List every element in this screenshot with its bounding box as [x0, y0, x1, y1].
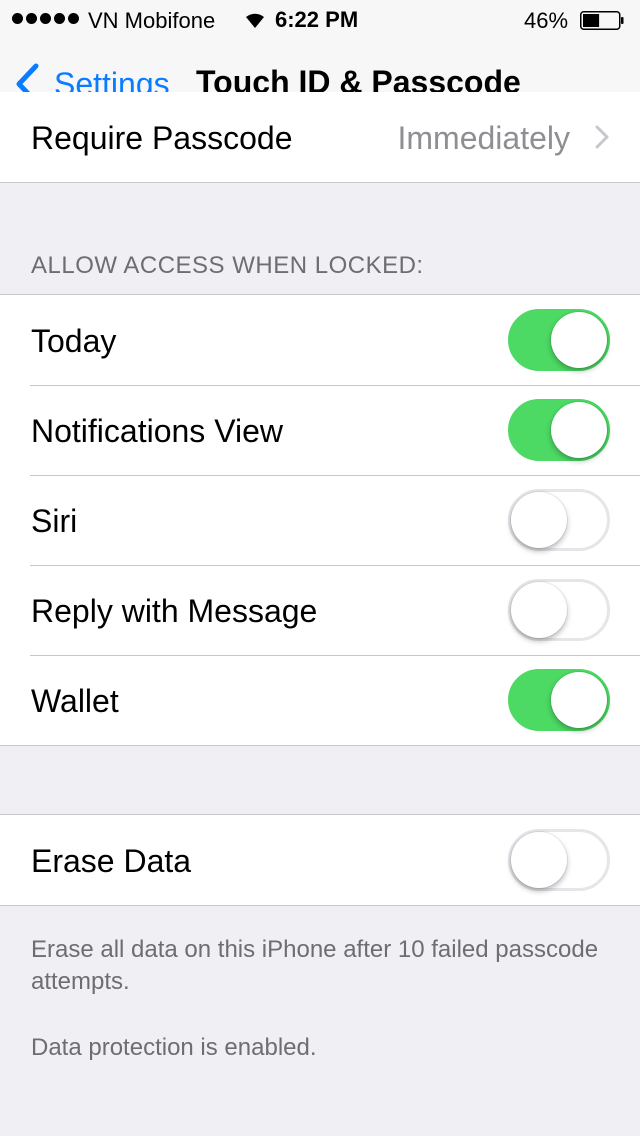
allow-access-row-wallet: Wallet — [0, 655, 640, 745]
allow-access-label-siri: Siri — [31, 503, 78, 539]
allow-access-label-today: Today — [31, 323, 117, 359]
toggle-knob — [511, 832, 567, 888]
erase-data-label: Erase Data — [31, 843, 192, 879]
toggle-wallet[interactable] — [508, 669, 610, 731]
allow-access-row-notifications-view: Notifications View — [0, 385, 640, 475]
battery-percent: 46% — [524, 8, 569, 33]
allow-access-row-siri: Siri — [0, 475, 640, 565]
allow-access-header: ALLOW ACCESS WHEN LOCKED: — [31, 252, 424, 279]
require-passcode-value: Immediately — [397, 120, 571, 156]
allow-access-row-today: Today — [0, 295, 640, 385]
wifi-icon — [246, 13, 264, 28]
require-passcode-label: Require Passcode — [31, 120, 293, 156]
erase-data-group: Erase Data — [0, 814, 640, 906]
toggle-knob — [551, 312, 607, 368]
toggle-knob — [551, 402, 607, 458]
toggle-today[interactable] — [508, 309, 610, 371]
require-passcode-group: Require Passcode Immediately — [0, 92, 640, 183]
status-time: 6:22 PM — [275, 7, 359, 32]
erase-data-footer: Erase all data on this iPhone after 10 f… — [31, 936, 599, 995]
toggle-knob — [511, 492, 567, 548]
battery-icon — [580, 11, 624, 30]
erase-data-toggle[interactable] — [508, 829, 610, 891]
toggle-knob — [511, 582, 567, 638]
allow-access-label-wallet: Wallet — [31, 683, 119, 719]
allow-access-group: Today Notifications View Siri Reply with Me… — [0, 294, 640, 746]
disclosure-chevron-icon — [595, 125, 609, 149]
toggle-knob — [551, 672, 607, 728]
allow-access-label-reply-with-message: Reply with Message — [31, 593, 318, 629]
toggle-notifications-view[interactable] — [508, 399, 610, 461]
data-protection-footer: Data protection is enabled. — [31, 1034, 317, 1061]
toggle-reply-with-message[interactable] — [508, 579, 610, 641]
allow-access-row-reply-with-message: Reply with Message — [0, 565, 640, 655]
signal-dots-icon — [12, 13, 79, 24]
erase-data-row: Erase Data — [0, 815, 640, 905]
carrier-name: VN Mobifone — [88, 8, 216, 33]
require-passcode-row[interactable]: Require Passcode Immediately — [0, 92, 640, 182]
toggle-siri[interactable] — [508, 489, 610, 551]
allow-access-label-notifications-view: Notifications View — [31, 413, 283, 449]
status-bar: VN Mobifone 6:22 PM 46% — [0, 0, 640, 40]
